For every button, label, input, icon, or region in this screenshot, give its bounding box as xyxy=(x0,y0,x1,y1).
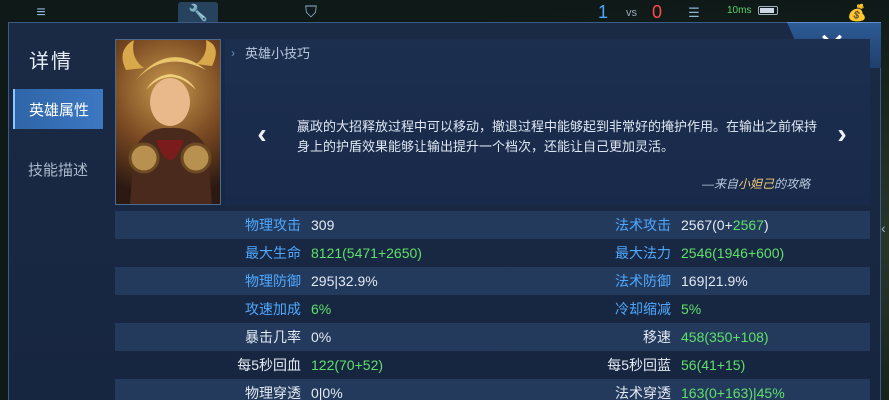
tab-label: 英雄属性 xyxy=(28,101,89,119)
score-vs: vs xyxy=(626,7,637,19)
hero-tip-panel: › 英雄小技巧 ‹ 嬴政的大招释放过程中可以移动，撤退过程中能够起到非常好的掩护… xyxy=(225,39,870,205)
hero-stats-table: 物理攻击 309 法术攻击 2567(0+2567) 最大生命 8121(547… xyxy=(115,211,870,400)
stat-row: 攻速加成 6% 冷却缩减 5% xyxy=(115,295,870,323)
dialog-title: 详情 xyxy=(29,51,73,73)
tip-source-suffix: 的攻略 xyxy=(773,177,810,191)
hero-portrait xyxy=(115,39,221,205)
stat-row: 物理攻击 309 法术攻击 2567(0+2567) xyxy=(115,211,870,239)
stat-label: 冷却缩减 xyxy=(615,301,671,317)
stat-label: 移速 xyxy=(643,329,671,345)
stat-label: 物理穿透 xyxy=(245,385,301,400)
tip-source: —来自小妲己的攻略 xyxy=(702,175,810,192)
stat-value: 2567(0+2567) xyxy=(681,217,769,233)
stat-label: 最大法力 xyxy=(615,245,671,261)
ping-readout: 10ms xyxy=(727,5,752,16)
chevron-left-icon: ‹ xyxy=(257,118,267,149)
hero-detail-dialog: ✕ 详情 英雄属性 技能描述 › 英雄小技巧 ‹ 嬴政的大招释放过程中可以移动，… xyxy=(8,22,881,400)
stat-label: 物理攻击 xyxy=(245,217,301,233)
stat-row: 物理穿透 0|0% 法术穿透 163(0+163)|45% xyxy=(115,379,870,400)
tip-source-author[interactable]: 小妲己 xyxy=(738,177,774,191)
stat-label: 每5秒回蓝 xyxy=(607,357,671,373)
menu-icon[interactable]: ≡ xyxy=(34,2,48,24)
battery-icon xyxy=(758,6,778,15)
stat-value: 2546(1946+600) xyxy=(681,245,785,261)
stat-value: 295|32.9% xyxy=(311,273,378,289)
stat-row: 最大生命 8121(5471+2650) 最大法力 2546(1946+600) xyxy=(115,239,870,267)
wrench-icon[interactable]: 🔧 xyxy=(178,2,218,24)
stat-label: 物理防御 xyxy=(245,273,301,289)
stat-label: 攻速加成 xyxy=(245,301,301,317)
stat-value: 8121(5471+2650) xyxy=(311,245,422,261)
chevron-right-icon: › xyxy=(231,45,235,60)
tab-hero-attributes[interactable]: 英雄属性 xyxy=(13,89,103,129)
tip-text: 嬴政的大招释放过程中可以移动，撤退过程中能够起到非常好的掩护作用。在输出之前保持… xyxy=(297,119,818,154)
stat-value: 458(350+108) xyxy=(681,329,769,345)
prev-tip-button[interactable]: ‹ xyxy=(251,117,273,157)
stat-row: 每5秒回血 122(70+52) 每5秒回蓝 56(41+15) xyxy=(115,351,870,379)
tab-skill-description[interactable]: 技能描述 xyxy=(13,149,103,189)
side-expand-icon[interactable]: ‹ xyxy=(881,220,889,250)
next-tip-button[interactable]: › xyxy=(831,117,853,157)
stat-label: 法术攻击 xyxy=(615,217,671,233)
tip-source-prefix: —来自 xyxy=(701,177,738,191)
stat-value: 163(0+163)|45% xyxy=(681,385,785,400)
stat-value: 0|0% xyxy=(311,385,343,400)
stat-value: 6% xyxy=(311,301,332,317)
gold-bag-icon: 💰 xyxy=(847,5,867,22)
tip-header: › 英雄小技巧 xyxy=(231,43,310,62)
stat-value: 0% xyxy=(311,329,332,345)
stat-value: 169|21.9% xyxy=(681,273,748,289)
scoreboard-icon[interactable]: ☰ xyxy=(686,2,702,24)
stat-row: 暴击几率 0% 移速 458(350+108) xyxy=(115,323,870,351)
stat-value: 122(70+52) xyxy=(311,357,384,373)
stat-value: 309 xyxy=(311,217,335,233)
stat-label: 法术防御 xyxy=(615,273,671,289)
stat-value: 5% xyxy=(681,301,702,317)
tip-header-label: 英雄小技巧 xyxy=(245,46,311,61)
stat-label: 最大生命 xyxy=(245,245,301,261)
red-team-score: 0 xyxy=(652,2,663,22)
hero-portrait-art xyxy=(122,40,216,204)
tab-label: 技能描述 xyxy=(27,161,88,179)
stat-row: 物理防御 295|32.9% 法术防御 169|21.9% xyxy=(115,267,870,295)
stat-label: 法术穿透 xyxy=(615,385,671,400)
blue-team-score: 1 xyxy=(598,2,609,22)
stat-value: 56(41+15) xyxy=(681,357,746,373)
chevron-right-icon: › xyxy=(837,118,847,149)
stat-label: 暴击几率 xyxy=(245,329,301,345)
stat-label: 每5秒回血 xyxy=(237,357,301,373)
shield-icon: ⛉ xyxy=(304,4,317,21)
